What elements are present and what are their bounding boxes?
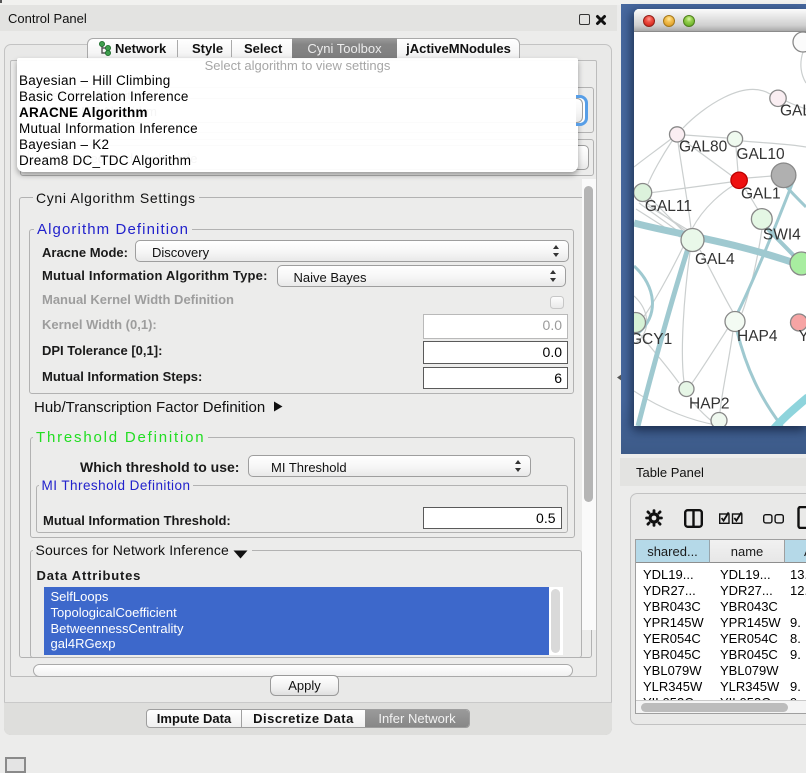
- svg-text:Y: Y: [799, 328, 806, 345]
- svg-text:GAL10: GAL10: [736, 146, 785, 163]
- svg-text:GAL4: GAL4: [695, 251, 735, 268]
- svg-text:HAP2: HAP2: [689, 395, 730, 412]
- svg-text:GAL80: GAL80: [679, 138, 728, 155]
- svg-text:GAL: GAL: [780, 102, 806, 119]
- svg-text:GCY1: GCY1: [634, 331, 672, 348]
- svg-text:HAP4: HAP4: [737, 328, 778, 345]
- svg-text:GAL1: GAL1: [741, 186, 781, 203]
- svg-text:SWI4: SWI4: [763, 226, 801, 243]
- svg-text:GAL11: GAL11: [645, 198, 692, 215]
